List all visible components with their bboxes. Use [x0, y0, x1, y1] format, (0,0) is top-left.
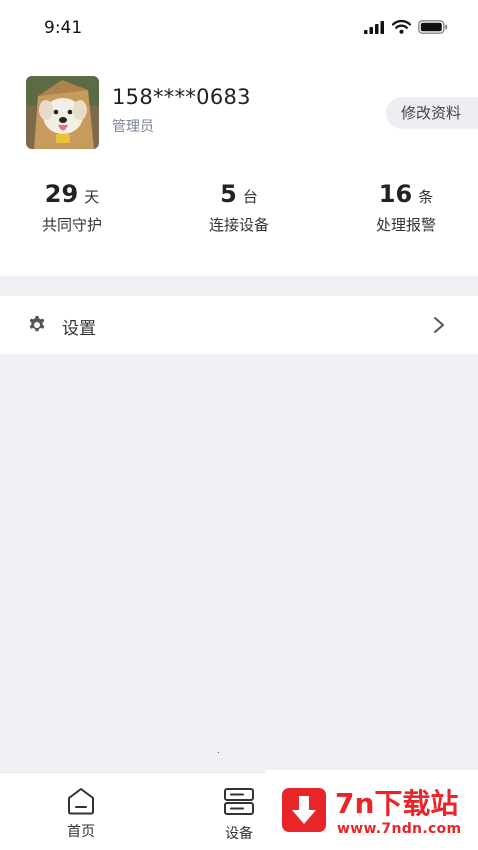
device-icon	[224, 788, 254, 815]
chevron-right-icon	[434, 317, 444, 333]
download-logo-icon	[282, 788, 326, 832]
stat-unit: 天	[84, 188, 100, 206]
signal-icon	[364, 20, 384, 34]
watermark-title: 7n下载站	[335, 787, 459, 820]
tab-home[interactable]: 首页	[41, 787, 121, 841]
gear-icon	[29, 316, 45, 332]
status-bar: 9:41	[0, 0, 478, 60]
stat-label: 处理报警	[375, 216, 436, 234]
edit-profile-button[interactable]: 修改资料	[386, 97, 478, 129]
stat-alarms-handled: 16 条 处理报警	[346, 180, 466, 235]
watermark: 7n下载站 www.7ndn.com	[265, 770, 478, 850]
stat-value: 16	[378, 180, 413, 208]
phone-number: 158****0683	[112, 85, 251, 109]
stat-value: 5	[220, 180, 237, 208]
profile-card: 158****0683 管理员 修改资料 29 天 共同守护 5台 连接设备 16…	[0, 60, 478, 276]
stray-dot	[218, 752, 219, 753]
avatar[interactable]	[26, 76, 99, 149]
stat-value: 29	[44, 180, 79, 208]
dog-avatar-image	[26, 76, 99, 149]
status-time: 9:41	[44, 18, 83, 38]
settings-label: 设置	[62, 319, 96, 339]
user-role: 管理员	[112, 119, 154, 135]
watermark-url: www.7ndn.com	[337, 821, 462, 837]
battery-icon	[418, 20, 448, 34]
stat-label: 共同守护	[41, 216, 102, 234]
stat-connected-devices: 5台 连接设备	[179, 180, 299, 235]
stat-days-guarded: 29 天 共同守护	[12, 180, 132, 235]
stat-unit: 条	[418, 188, 434, 206]
settings-row[interactable]: 设置	[0, 296, 478, 354]
home-icon	[68, 788, 94, 815]
status-icons	[364, 20, 448, 34]
tab-label: 首页	[67, 824, 95, 840]
wifi-icon	[392, 20, 411, 34]
stat-label: 连接设备	[208, 216, 269, 234]
stat-unit: 台	[242, 188, 258, 206]
